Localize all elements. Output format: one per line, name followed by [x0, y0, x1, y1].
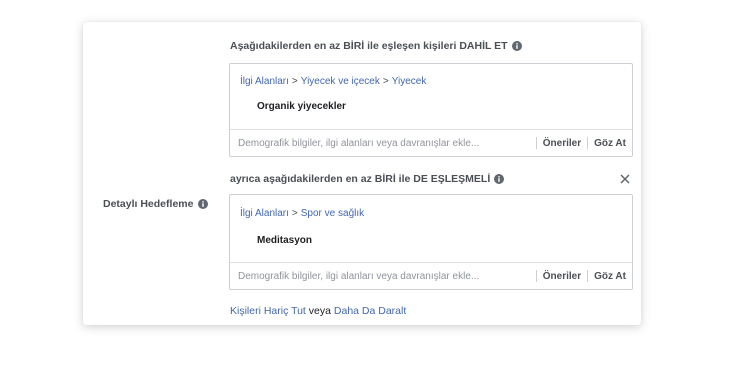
- narrow-further-link[interactable]: Daha Da Daralt: [334, 305, 406, 317]
- detailed-targeting-card: Detaylı Hedefleme Aşağıdakilerden en az …: [83, 22, 641, 325]
- include-input-row: Öneriler Göz At: [230, 129, 632, 156]
- breadcrumb-separator: >: [382, 76, 389, 87]
- info-icon[interactable]: [198, 199, 209, 209]
- selected-interest-item[interactable]: Organik yiyecekler: [257, 101, 346, 112]
- narrow-search-input[interactable]: [230, 270, 536, 282]
- breadcrumb-part[interactable]: Yiyecek ve içecek: [301, 76, 380, 87]
- breadcrumb-part[interactable]: İlgi Alanları: [240, 208, 289, 219]
- footer-connector: veya: [308, 305, 331, 317]
- include-heading-row: Aşağıdakilerden en az BİRİ ile eşleşen k…: [230, 40, 522, 52]
- include-search-input[interactable]: [230, 137, 536, 149]
- exclude-people-link[interactable]: Kişileri Hariç Tut: [230, 305, 306, 317]
- include-breadcrumb[interactable]: İlgi Alanları > Yiyecek ve içecek > Yiyecek: [240, 76, 426, 87]
- breadcrumb-separator: >: [291, 208, 298, 219]
- narrow-breadcrumb[interactable]: İlgi Alanları > Spor ve sağlık: [240, 208, 364, 219]
- suggestions-button[interactable]: Öneriler: [537, 271, 587, 282]
- selected-interest-item[interactable]: Meditasyon: [257, 235, 312, 246]
- breadcrumb-part[interactable]: İlgi Alanları: [240, 76, 289, 87]
- narrow-input-row: Öneriler Göz At: [230, 262, 632, 289]
- suggestions-button[interactable]: Öneriler: [537, 138, 587, 149]
- breadcrumb-part[interactable]: Yiyecek: [392, 76, 427, 87]
- breadcrumb-separator: >: [291, 76, 298, 87]
- browse-button[interactable]: Göz At: [588, 271, 632, 282]
- targeting-footer: Kişileri Hariç Tut veya Daha Da Daralt: [230, 305, 406, 317]
- narrow-targeting-box: İlgi Alanları > Spor ve sağlık Meditasyon …: [229, 194, 633, 290]
- include-targeting-box: İlgi Alanları > Yiyecek ve içecek > Yiyecek …: [229, 63, 633, 157]
- narrow-heading-row: ayrıca aşağıdakilerden en az BİRİ ile DE…: [230, 173, 505, 185]
- include-heading: Aşağıdakilerden en az BİRİ ile eşleşen k…: [230, 40, 508, 52]
- narrow-heading: ayrıca aşağıdakilerden en az BİRİ ile DE…: [230, 173, 491, 185]
- info-icon[interactable]: [494, 174, 505, 184]
- breadcrumb-part[interactable]: Spor ve sağlık: [301, 208, 364, 219]
- detailed-targeting-label-row: Detaylı Hedefleme: [103, 198, 209, 210]
- browse-button[interactable]: Göz At: [588, 138, 632, 149]
- detailed-targeting-label: Detaylı Hedefleme: [103, 198, 194, 210]
- close-icon[interactable]: [619, 173, 631, 185]
- info-icon[interactable]: [511, 41, 522, 51]
